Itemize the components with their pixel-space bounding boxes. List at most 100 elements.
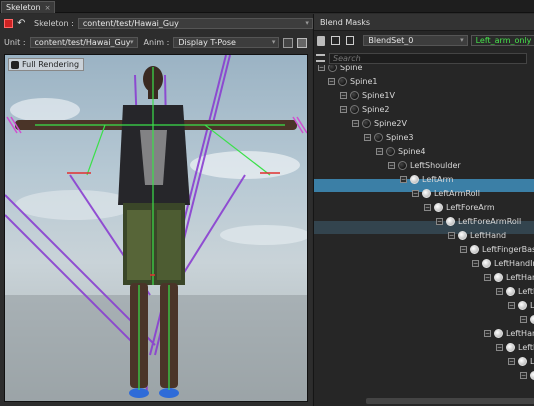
bone-mask-icon[interactable] [362,118,371,128]
bone-mask-icon[interactable] [328,65,337,72]
tree-node[interactable]: − LeftHan [508,354,534,368]
bone-mask-icon[interactable] [470,244,479,254]
bone-mask-icon[interactable] [410,174,419,184]
tree-node[interactable]: − LeftArmRoll [412,186,480,200]
tree-node-label: LeftHandIndex0 [494,258,534,268]
tree-node[interactable]: − LeftH [508,298,534,312]
expand-toggle-icon[interactable]: − [400,175,407,183]
tree-node[interactable]: − Spine1 [328,74,377,88]
bone-mask-icon[interactable] [518,300,527,310]
bone-mask-icon[interactable] [398,160,407,170]
tree-node[interactable]: − Spine2 [340,102,389,116]
tree-node[interactable]: − Spine4 [376,144,425,158]
unit-select[interactable]: content/test/Hawai_Guy ▾ [29,37,138,48]
tree-node[interactable]: − Spine1V [340,88,395,102]
tree-node[interactable]: − LeftShoulder [388,158,461,172]
tree-node-label: Spine1 [350,76,378,86]
play-icon[interactable] [283,37,294,48]
expand-toggle-icon[interactable]: − [508,301,515,309]
tab-skeleton[interactable]: Skeleton × [1,1,56,14]
expand-toggle-icon[interactable]: − [436,217,443,225]
unit-select-value: content/test/Hawai_Guy [34,38,131,47]
bone-mask-icon[interactable] [350,90,359,100]
tree-node[interactable]: − Spine2V [352,116,407,130]
expand-toggle-icon[interactable]: − [508,357,515,365]
bone-mask-icon[interactable] [338,76,347,86]
expand-toggle-icon[interactable]: − [520,371,527,379]
tree-node[interactable]: − LeftHand [448,228,506,242]
bone-mask-icon[interactable] [518,356,527,366]
bone-mask-icon[interactable] [494,272,503,282]
bone-mask-icon[interactable] [374,132,383,142]
expand-toggle-icon[interactable]: − [460,245,467,253]
delete-icon[interactable] [317,35,325,46]
bone-mask-icon[interactable] [446,216,455,226]
expand-toggle-icon[interactable]: − [484,273,491,281]
expand-toggle-icon[interactable]: − [496,343,503,351]
expand-toggle-icon[interactable]: − [328,77,335,85]
expand-toggle-icon[interactable]: − [364,133,371,141]
bone-mask-icon[interactable] [530,314,534,324]
tree-node[interactable]: − LeftFingerBase [460,242,534,256]
anim-select[interactable]: Display T-Pose ▾ [173,37,280,48]
expand-toggle-icon[interactable]: − [352,119,359,127]
bone-mask-icon[interactable] [494,328,503,338]
tree-node-label: LeftHand [470,230,507,240]
tree-node[interactable]: − LeftHand [496,284,534,298]
blendset-select[interactable]: BlendSet_0 ▾ [363,35,468,46]
tree-node-label: LeftFingerBase [482,244,534,254]
mask-field[interactable]: Left_arm_only [470,35,534,46]
cube-icon[interactable] [297,37,308,48]
full-rendering-button[interactable]: Full Rendering [8,58,85,71]
bone-tree[interactable]: − Spine − Spine1− Spine1V − Spine2− Spine2V − Spi… [314,65,534,406]
expand-toggle-icon[interactable]: − [484,329,491,337]
tree-node[interactable]: − LeftArm [400,172,453,186]
tree-node[interactable]: − [520,312,534,326]
tree-node-label: Spine3 [386,132,414,142]
expand-toggle-icon[interactable]: − [520,315,527,323]
blendset-value: BlendSet_0 [368,36,414,45]
record-icon[interactable] [4,19,13,28]
bone-mask-icon[interactable] [506,342,515,352]
bone-mask-icon[interactable] [530,370,534,380]
bone-mask-icon[interactable] [386,146,395,156]
expand-toggle-icon[interactable]: − [448,231,455,239]
tree-node[interactable]: − Spine3 [364,130,413,144]
expand-toggle-icon[interactable]: − [376,147,383,155]
undo-icon[interactable]: ↶ [17,18,27,29]
tree-node[interactable]: − Spine [318,65,362,74]
expand-toggle-icon[interactable]: − [318,65,325,71]
tree-node[interactable]: −Left [520,368,534,382]
search-input[interactable] [329,52,527,64]
3d-viewport[interactable]: Full Rendering [4,54,308,402]
bone-mask-icon[interactable] [458,230,467,240]
tree-node[interactable]: − LeftHandInd [484,270,534,284]
bone-mask-icon[interactable] [350,104,359,114]
expand-toggle-icon[interactable]: − [340,91,347,99]
bone-mask-icon[interactable] [422,188,431,198]
expand-toggle-icon[interactable]: − [388,161,395,169]
horizontal-scrollbar[interactable] [366,398,534,404]
bone-mask-icon[interactable] [482,258,491,268]
bone-mask-icon[interactable] [434,202,443,212]
tree-node-label: LeftForeArm [446,202,495,212]
mask-value: Left_arm_only [475,36,532,45]
add-icon[interactable] [345,36,355,45]
copy-icon[interactable] [330,36,340,45]
expand-toggle-icon[interactable]: − [424,203,431,211]
close-icon[interactable]: × [45,2,51,14]
tree-node[interactable]: − LeftHandMiddle [484,326,534,340]
skeleton-select[interactable]: content/test/Hawai_Guy ▾ [77,18,313,29]
tree-node[interactable]: − LeftHandIndex0 [472,256,534,270]
tree-node-label: LeftForeArmRoll [458,216,522,226]
bone-mask-icon[interactable] [506,286,515,296]
expand-toggle-icon[interactable]: − [496,287,503,295]
expand-toggle-icon[interactable]: − [472,259,479,267]
expand-toggle-icon[interactable]: − [412,189,419,197]
expand-toggle-icon[interactable]: − [340,105,347,113]
tree-node[interactable]: − LeftForeArmRoll [436,214,521,228]
tree-node[interactable]: − LeftForeArm [424,200,495,214]
tree-node[interactable]: − LeftHandMi [496,340,534,354]
anim-label: Anim : [143,38,170,47]
tree-node-label: LeftHandMi [518,342,534,352]
